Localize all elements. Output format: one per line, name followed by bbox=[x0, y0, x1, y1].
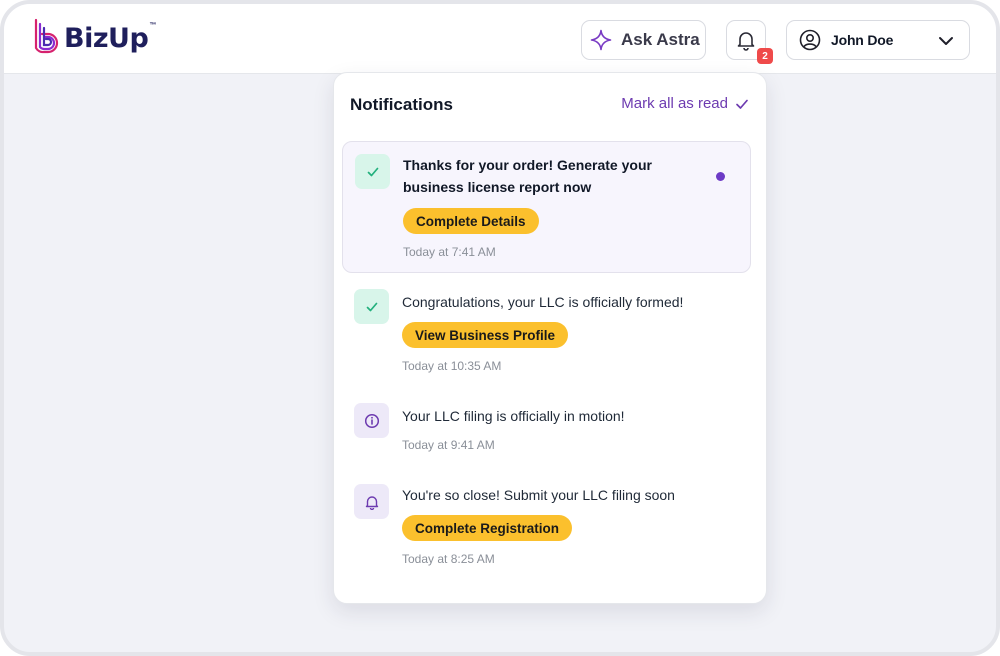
unread-indicator-dot bbox=[716, 172, 725, 181]
notification-item[interactable]: Thanks for your order! Generate your bus… bbox=[342, 141, 751, 273]
logo-trademark: ™ bbox=[149, 22, 157, 29]
sparkle-icon bbox=[590, 29, 612, 51]
notification-item[interactable]: You're so close! Submit your LLC filing … bbox=[342, 477, 751, 577]
complete-registration-button[interactable]: Complete Registration bbox=[402, 515, 573, 541]
chevron-down-icon bbox=[939, 37, 953, 45]
notification-time: Today at 8:25 AM bbox=[402, 552, 495, 566]
notification-item[interactable]: Your LLC filing is officially in motion!… bbox=[342, 397, 751, 457]
info-icon bbox=[364, 413, 379, 428]
complete-details-button[interactable]: Complete Details bbox=[403, 208, 539, 234]
mark-all-read-label: Mark all as read bbox=[621, 95, 728, 112]
panel-title: Notifications bbox=[350, 95, 453, 114]
ask-astra-label: Ask Astra bbox=[621, 30, 700, 49]
notification-text: You're so close! Submit your LLC filing … bbox=[402, 487, 675, 503]
bell-icon bbox=[737, 32, 755, 51]
user-circle-icon bbox=[799, 29, 821, 51]
notification-text: Your LLC filing is officially in motion! bbox=[402, 408, 625, 424]
notifications-panel: Notifications Mark all as read Thanks fo… bbox=[333, 72, 767, 604]
view-business-profile-button[interactable]: View Business Profile bbox=[402, 322, 569, 348]
notification-status-icon bbox=[354, 484, 389, 519]
notifications-button[interactable]: 2 bbox=[726, 20, 773, 64]
mark-all-read-button[interactable]: Mark all as read bbox=[621, 95, 749, 112]
top-header: BizUp ™ Ask Astra 2 John Doe bbox=[4, 4, 996, 74]
user-name: John Doe bbox=[831, 32, 894, 48]
notification-count-badge: 2 bbox=[757, 48, 773, 64]
user-menu-button[interactable]: John Doe bbox=[786, 20, 970, 60]
notification-item[interactable]: Congratulations, your LLC is officially … bbox=[342, 283, 751, 383]
notification-text: Thanks for your order! Generate your bus… bbox=[403, 157, 652, 195]
bizup-logo-mark bbox=[34, 18, 59, 54]
app-window: BizUp ™ Ask Astra 2 John Doe Notificatio… bbox=[0, 0, 1000, 656]
check-icon bbox=[367, 167, 378, 176]
notification-text: Congratulations, your LLC is officially … bbox=[402, 294, 684, 310]
ask-astra-button[interactable]: Ask Astra bbox=[581, 20, 706, 60]
check-icon bbox=[736, 99, 748, 109]
check-icon bbox=[366, 302, 377, 311]
logo-text: BizUp bbox=[64, 23, 149, 54]
notification-time: Today at 9:41 AM bbox=[402, 438, 495, 452]
notification-time: Today at 7:41 AM bbox=[403, 245, 496, 259]
bizup-logo[interactable]: BizUp ™ bbox=[32, 18, 156, 54]
notification-status-icon bbox=[354, 289, 389, 324]
notification-time: Today at 10:35 AM bbox=[402, 359, 502, 373]
notification-status-icon bbox=[355, 154, 390, 189]
bell-icon bbox=[365, 495, 378, 510]
notification-status-icon bbox=[354, 403, 389, 438]
